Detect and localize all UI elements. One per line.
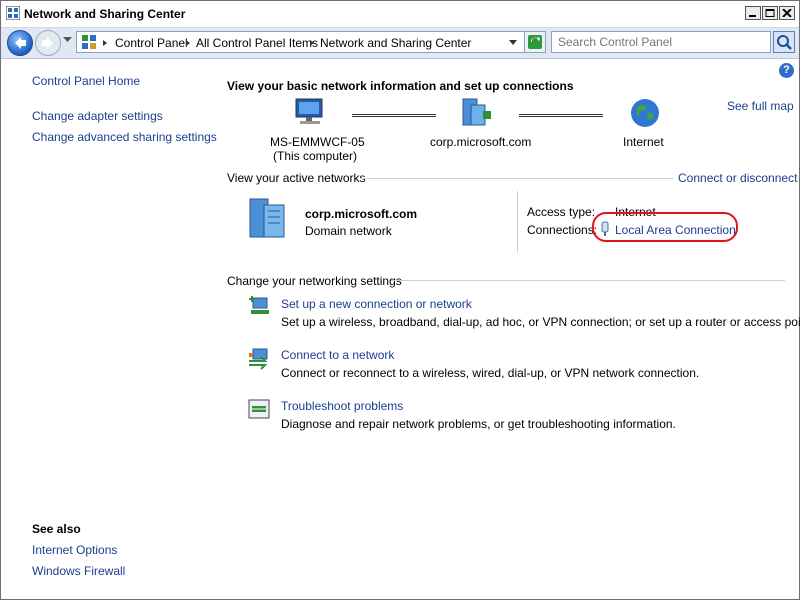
network-type[interactable]: Domain network [305, 224, 392, 238]
connect-or-disconnect-link[interactable]: Connect or disconnect [678, 171, 797, 185]
search-button[interactable] [773, 31, 795, 53]
troubleshoot-icon [248, 399, 270, 419]
internet-options-link[interactable]: Internet Options [32, 543, 117, 557]
window-title: Network and Sharing Center [24, 7, 186, 21]
close-button[interactable] [779, 6, 795, 20]
connections-label: Connections: [527, 223, 598, 237]
change-advanced-sharing-link[interactable]: Change advanced sharing settings [32, 130, 217, 144]
connection-line [352, 114, 436, 117]
section-divider [360, 178, 673, 179]
active-networks-heading: View your active networks [227, 171, 366, 185]
title-bar: Network and Sharing Center [1, 1, 799, 28]
breadcrumb-separator-icon[interactable] [186, 40, 190, 46]
vertical-divider [517, 191, 518, 253]
connection-line [519, 114, 603, 117]
connect-to-network-desc: Connect or reconnect to a wireless, wire… [281, 366, 700, 380]
domain-name-label: corp.microsoft.com [430, 135, 532, 149]
address-bar[interactable]: Control Panel All Control Panel Items Ne… [76, 31, 546, 53]
sidebar: Control Panel Home Change adapter settin… [1, 59, 217, 599]
minimize-button[interactable] [745, 6, 761, 20]
connect-to-network-link[interactable]: Connect to a network [281, 348, 394, 362]
close-icon [782, 9, 792, 17]
minimize-icon [749, 15, 756, 17]
this-computer-label: (This computer) [273, 149, 358, 163]
network-name: corp.microsoft.com [305, 207, 418, 221]
breadcrumb-network-center[interactable]: Network and Sharing Center [320, 36, 471, 50]
maximize-button[interactable] [762, 6, 778, 20]
new-connection-icon [249, 296, 269, 314]
breadcrumb-control-panel[interactable]: Control Panel [115, 36, 188, 50]
control-panel-icon [82, 35, 96, 49]
refresh-icon [528, 35, 542, 49]
network-center-icon [6, 6, 20, 20]
control-panel-home-link[interactable]: Control Panel Home [32, 74, 140, 88]
see-full-map-link[interactable]: See full map [727, 99, 794, 113]
red-annotation-circle [592, 212, 738, 242]
access-type-label: Access type: [527, 205, 596, 219]
setup-new-connection-link[interactable]: Set up a new connection or network [281, 297, 472, 311]
page-title: View your basic network information and … [227, 79, 574, 93]
back-button[interactable] [7, 30, 33, 56]
domain-network-icon [249, 198, 285, 238]
recent-pages-dropdown-icon[interactable] [63, 37, 72, 43]
networking-settings-heading: Change your networking settings [227, 274, 402, 288]
forward-button[interactable] [35, 30, 61, 56]
setup-new-connection-desc: Set up a wireless, broadband, dial-up, a… [281, 315, 800, 329]
back-arrow-icon [15, 37, 26, 49]
maximize-icon [765, 9, 775, 17]
search-input[interactable] [551, 31, 771, 53]
address-dropdown-icon[interactable] [509, 40, 517, 45]
forward-arrow-icon [42, 37, 53, 49]
troubleshoot-problems-desc: Diagnose and repair network problems, or… [281, 417, 676, 431]
computer-name: MS-EMMWCF-05 [270, 135, 365, 149]
refresh-button[interactable] [524, 31, 546, 53]
breadcrumb-all-items[interactable]: All Control Panel Items [196, 36, 318, 50]
troubleshoot-problems-link[interactable]: Troubleshoot problems [281, 399, 403, 413]
section-divider [391, 280, 785, 281]
content-area: ? Control Panel Home Change adapter sett… [1, 59, 800, 599]
help-icon[interactable]: ? [779, 63, 794, 78]
computer-icon [295, 98, 323, 124]
breadcrumb-separator-icon[interactable] [310, 40, 314, 46]
see-also-heading: See also [32, 522, 81, 536]
search-icon [777, 35, 792, 50]
internet-label: Internet [623, 135, 664, 149]
change-adapter-settings-link[interactable]: Change adapter settings [32, 109, 163, 123]
breadcrumb-separator-icon[interactable] [103, 40, 107, 46]
window: Network and Sharing Center Control Panel… [0, 0, 800, 600]
internet-globe-icon [631, 99, 659, 127]
navigation-bar: Control Panel All Control Panel Items Ne… [1, 28, 799, 59]
windows-firewall-link[interactable]: Windows Firewall [32, 564, 125, 578]
domain-server-icon [462, 98, 491, 126]
connect-to-network-icon [249, 348, 268, 370]
